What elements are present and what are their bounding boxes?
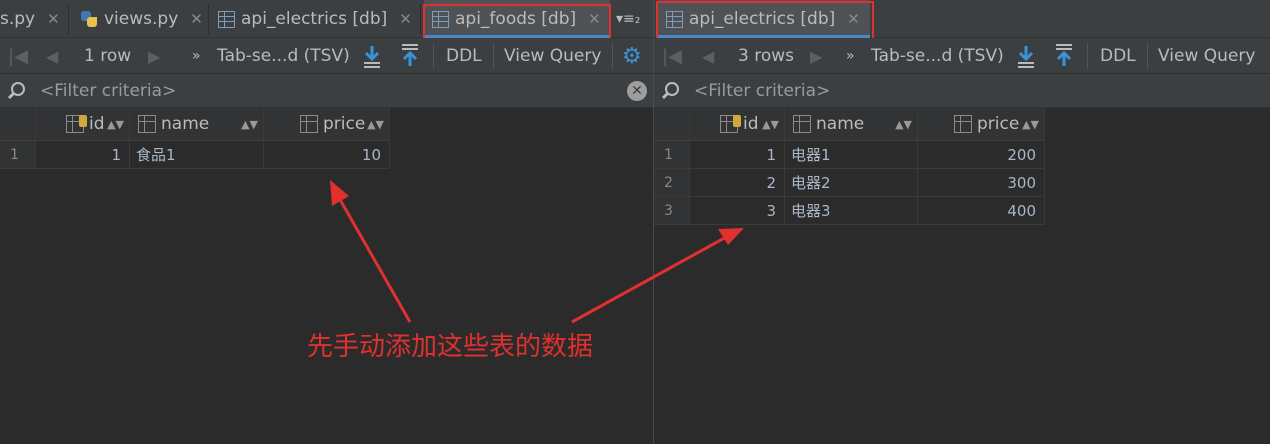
annotation-arrows xyxy=(330,180,744,324)
annotation-text: 先手动添加这些表的数据 xyxy=(307,332,594,362)
arrowhead-right xyxy=(718,228,744,245)
arrow-line-right xyxy=(571,234,729,324)
arrow-line-left xyxy=(336,195,412,323)
arrowhead-left xyxy=(330,180,349,206)
